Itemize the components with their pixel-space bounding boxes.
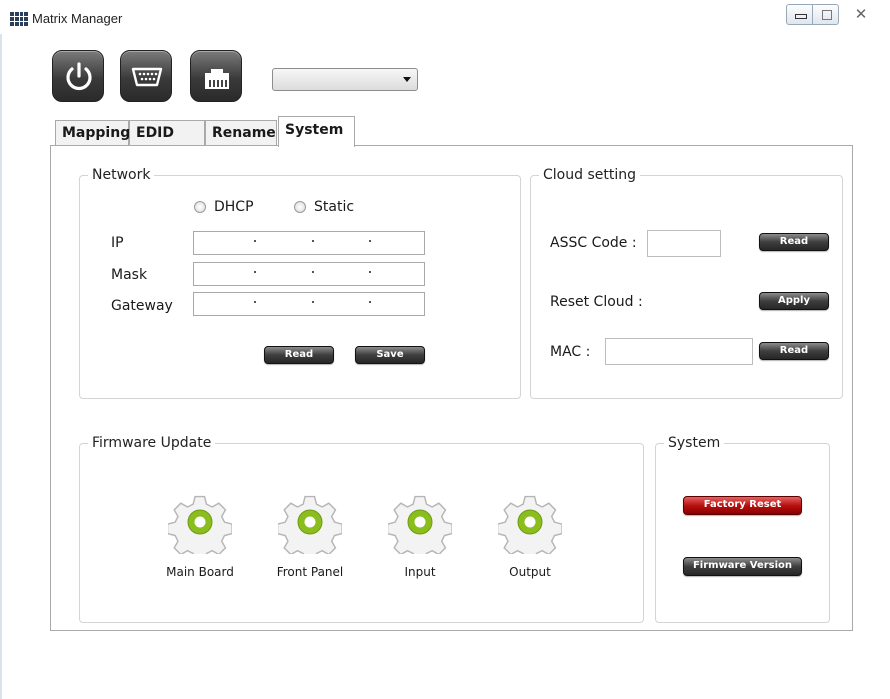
ethernet-button[interactable]: [190, 50, 242, 102]
chevron-down-icon: [403, 77, 411, 82]
close-button[interactable]: ✕: [848, 4, 874, 25]
tab-rename[interactable]: Rename: [205, 120, 277, 146]
window-edge: [0, 30, 2, 699]
maximize-button[interactable]: [812, 4, 839, 25]
ethernet-icon: [205, 69, 229, 89]
tab-mapping[interactable]: Mapping: [55, 120, 130, 146]
window-title: Matrix Manager: [32, 11, 123, 26]
device-select[interactable]: [272, 68, 418, 91]
system-panel: [50, 145, 853, 631]
serial-port-button[interactable]: [120, 50, 172, 102]
tab-system[interactable]: System: [278, 116, 355, 147]
power-button[interactable]: [52, 50, 104, 102]
power-icon: [66, 62, 92, 91]
title-bar: Matrix Manager ✕: [0, 0, 890, 34]
serial-port-icon: [131, 67, 163, 87]
tab-edid[interactable]: EDID: [129, 120, 205, 146]
app-grid-icon: [10, 12, 28, 26]
minimize-button[interactable]: [786, 4, 813, 25]
